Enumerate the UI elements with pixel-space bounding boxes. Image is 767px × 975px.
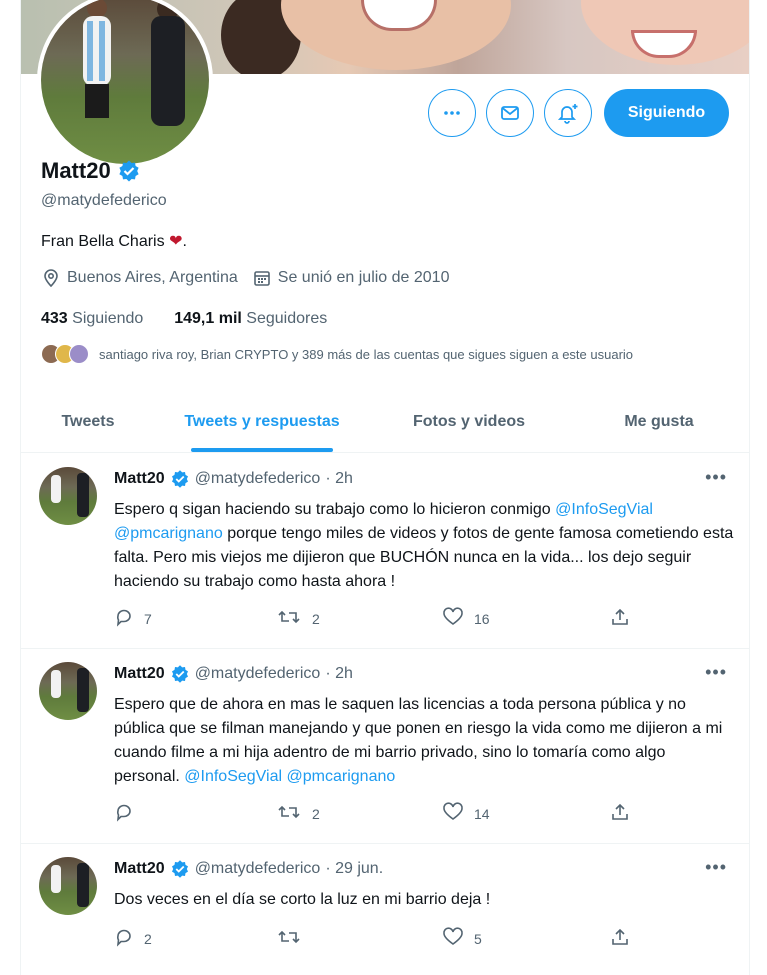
bio-text: Fran Bella Charis <box>41 233 165 250</box>
retweet-icon <box>276 927 302 950</box>
retweet-button[interactable]: 2 <box>276 802 320 825</box>
share-icon <box>610 607 630 630</box>
followers-avatars <box>41 344 89 364</box>
like-button[interactable]: 16 <box>442 607 490 630</box>
profile-page: Siguiendo Matt20 @matydefederico Fran Be… <box>20 0 750 975</box>
heart-emoji-icon: ❤ <box>169 233 183 250</box>
tweet-header: Matt20 @matydefederico · 29 jun. <box>114 859 383 879</box>
reply-button[interactable]: 2 <box>114 927 152 950</box>
heart-icon <box>442 927 464 950</box>
location-pin-icon <box>44 269 58 288</box>
calendar-icon <box>253 271 270 286</box>
tweet-author-handle: @matydefederico <box>194 470 321 487</box>
tweet-header: Matt20 @matydefederico · 2h <box>114 664 353 684</box>
retweet-button[interactable] <box>276 927 312 950</box>
more-options-button[interactable] <box>428 89 476 137</box>
tweet-avatar[interactable] <box>39 662 97 720</box>
share-icon <box>610 802 630 825</box>
like-count: 16 <box>474 610 490 627</box>
verified-badge-icon <box>171 860 188 878</box>
message-button[interactable] <box>486 89 534 137</box>
like-button[interactable]: 5 <box>442 927 482 950</box>
tweet-timestamp[interactable]: · 2h <box>325 470 353 488</box>
like-button[interactable]: 14 <box>442 802 490 825</box>
profile-location: Buenos Aires, Argentina <box>67 269 238 286</box>
verified-badge-icon <box>171 470 188 488</box>
retweet-icon <box>276 802 302 825</box>
verified-badge-icon <box>119 160 139 182</box>
ellipsis-icon <box>444 111 460 115</box>
followers-you-know[interactable]: santiago riva roy, Brian CRYPTO y 389 má… <box>41 344 633 364</box>
tweet[interactable]: Matt20 @matydefederico · 29 jun. ••• Dos vec… <box>21 843 749 975</box>
profile-joined: Se unió en julio de 2010 <box>277 269 450 286</box>
tweet-author-name[interactable]: Matt20 <box>114 665 165 683</box>
like-count: 14 <box>474 805 490 822</box>
mention-link[interactable]: @InfoSegVial <box>555 501 653 518</box>
profile-avatar[interactable] <box>37 0 213 168</box>
heart-icon <box>442 607 464 630</box>
share-button[interactable] <box>610 802 630 825</box>
profile-tabs: Tweets Tweets y respuestas Fotos y video… <box>21 392 749 453</box>
tweet-timestamp[interactable]: · 2h <box>325 665 353 683</box>
like-count: 5 <box>474 930 482 947</box>
heart-icon <box>442 802 464 825</box>
tab-tweets[interactable]: Tweets <box>21 392 155 452</box>
tweet[interactable]: Matt20 @matydefederico · 2h ••• Espero q sig… <box>21 453 749 649</box>
mention-link[interactable]: @pmcarignano <box>287 768 396 785</box>
profile-bio: Fran Bella Charis ❤. <box>41 233 187 250</box>
tweet-text: Espero q sigan haciendo su trabajo como … <box>114 501 734 590</box>
tweet-text: Espero que de ahora en mas le saquen las… <box>114 696 723 785</box>
notifications-button[interactable] <box>544 89 592 137</box>
retweet-count: 2 <box>312 610 320 627</box>
tweet-more-icon[interactable]: ••• <box>705 662 727 683</box>
active-tab-indicator <box>191 448 333 452</box>
reply-button[interactable] <box>114 802 144 825</box>
share-button[interactable] <box>610 607 630 630</box>
mention-link[interactable]: @pmcarignano <box>114 525 223 542</box>
tweet-author-name[interactable]: Matt20 <box>114 860 165 878</box>
tweet-avatar[interactable] <box>39 857 97 915</box>
share-button[interactable] <box>610 927 630 950</box>
followers-you-know-text: santiago riva roy, Brian CRYPTO y 389 má… <box>99 346 634 362</box>
reply-icon <box>114 607 134 630</box>
retweet-count: 2 <box>312 805 320 822</box>
tweet-author-handle: @matydefederico <box>194 665 321 682</box>
tab-likes[interactable]: Me gusta <box>569 392 749 452</box>
envelope-icon <box>501 106 519 120</box>
tweet-header: Matt20 @matydefederico · 2h <box>114 469 353 489</box>
tab-photos-videos[interactable]: Fotos y videos <box>369 392 569 452</box>
verified-badge-icon <box>171 665 188 683</box>
profile-meta: Buenos Aires, Argentina Se unió en julio… <box>41 268 463 288</box>
tweet-more-icon[interactable]: ••• <box>705 857 727 878</box>
tweet-author-handle: @matydefederico <box>194 860 321 877</box>
tweet[interactable]: Matt20 @matydefederico · 2h ••• Espero que d… <box>21 648 749 844</box>
reply-count: 2 <box>144 930 152 947</box>
tweet-timestamp[interactable]: · 29 jun. <box>325 860 383 878</box>
tweet-text: Dos veces en el día se corto la luz en m… <box>114 891 491 908</box>
reply-icon <box>114 802 134 825</box>
tab-tweets-replies[interactable]: Tweets y respuestas <box>155 392 369 452</box>
mention-link[interactable]: @InfoSegVial <box>184 768 282 785</box>
profile-name-row: Matt20 <box>41 158 141 184</box>
following-button[interactable]: Siguiendo <box>604 89 729 137</box>
tweet-author-name[interactable]: Matt20 <box>114 470 165 488</box>
following-link[interactable]: 433 Siguiendo <box>41 310 143 327</box>
tweet-more-icon[interactable]: ••• <box>705 467 727 488</box>
reply-icon <box>114 927 134 950</box>
profile-handle: @matydefederico <box>41 192 167 209</box>
profile-name: Matt20 <box>41 158 111 183</box>
reply-button[interactable]: 7 <box>114 607 152 630</box>
share-icon <box>610 927 630 950</box>
retweet-icon <box>276 607 302 630</box>
profile-stats: 433 Siguiendo 149,1 mil Seguidores <box>41 310 327 328</box>
bell-plus-icon <box>557 104 578 124</box>
reply-count: 7 <box>144 610 152 627</box>
tweet-avatar[interactable] <box>39 467 97 525</box>
retweet-button[interactable]: 2 <box>276 607 320 630</box>
followers-link[interactable]: 149,1 mil Seguidores <box>174 310 327 327</box>
